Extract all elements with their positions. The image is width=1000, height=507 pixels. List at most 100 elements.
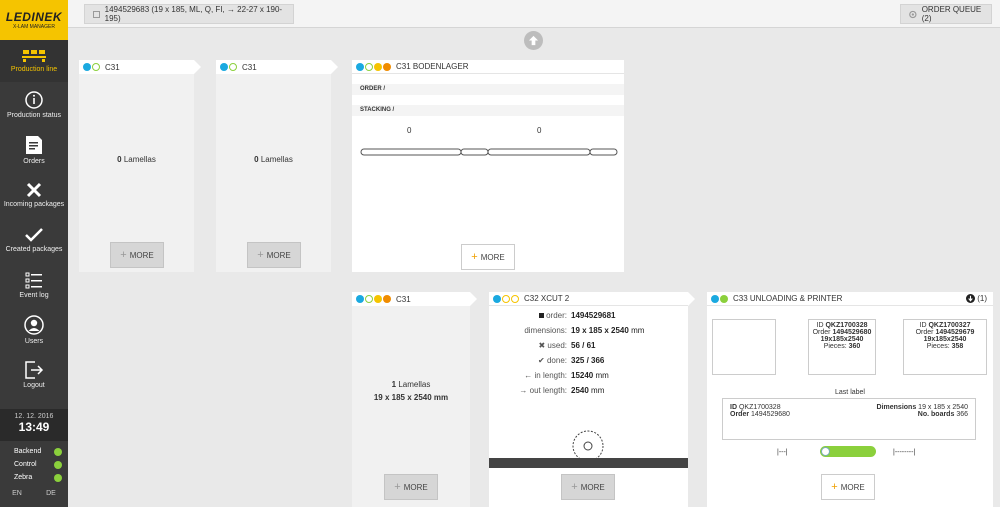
logout-icon [25, 360, 44, 379]
more-button[interactable]: + MORE [461, 244, 515, 270]
last-label-left: ID QKZ1700328 Order 1494529680 [730, 404, 790, 418]
lang-en[interactable]: EN [12, 490, 22, 497]
package-icon [93, 10, 100, 18]
label-id-key: ID [816, 322, 824, 329]
brand-subtitle: X-LAM MANAGER [13, 24, 55, 30]
detail-value: 19 x 185 x 2540 mm [571, 326, 644, 335]
status-dot [356, 62, 364, 71]
station-card-xcut: C32 XCUT 2 order: 1494529681 dimensions:… [489, 292, 695, 507]
more-button-label: MORE [129, 250, 154, 260]
status-label: Backend [14, 448, 42, 455]
station-card-c31-a: C31 0 Lamellas + MORE [79, 60, 201, 272]
status-dots [711, 294, 729, 303]
label-order: 1494529680 [832, 329, 872, 336]
more-button[interactable]: + MORE [384, 474, 438, 500]
last-label-order-key: Order [730, 411, 750, 418]
sidebar-item-users[interactable]: Users [0, 307, 68, 352]
queue-badge[interactable]: (1) [966, 294, 987, 303]
last-label-id: QKZ1700328 [738, 404, 781, 411]
label-slot-2[interactable]: ID QKZ1700327 Order 1494529679 19x185x25… [903, 319, 987, 375]
sidebar-item-created-packages[interactable]: Created packages [0, 217, 68, 262]
label-order-key: Order [812, 329, 831, 336]
card-title: C31 [105, 62, 120, 72]
sidebar-item-label: Logout [23, 381, 45, 389]
more-button[interactable]: + MORE [821, 474, 875, 500]
station-card-bodenlager: C31 BODENLAGER ORDER / STACKING / 0 0 + … [352, 60, 624, 272]
label-pieces: 358 [951, 343, 964, 350]
lamella-count: 1 Lamellas [352, 380, 470, 389]
more-button-label: MORE [840, 482, 865, 492]
detail-row-in-length: ← in length: 15240 mm [489, 368, 644, 383]
card-title: C32 XCUT 2 [524, 294, 570, 303]
status-dots [356, 295, 392, 303]
detail-value: 1494529681 [571, 311, 616, 320]
document-icon [26, 135, 42, 154]
status-list: Backend Control Zebra [0, 445, 68, 484]
detail-key-text: done: [546, 356, 567, 365]
toggle-knob [821, 447, 830, 456]
current-package-chip[interactable]: 1494529683 (19 x 185, ML, Q, FI, → 22-27… [84, 4, 294, 24]
status-label: Control [14, 461, 37, 468]
label-order-row: Order 1494529680 [809, 329, 875, 336]
sidebar-item-incoming-packages[interactable]: Incoming packages [0, 172, 68, 217]
last-label-id-key: ID [730, 404, 737, 411]
last-label-order-row: Order 1494529680 [730, 411, 790, 418]
detail-value: 56 / 61 [571, 341, 596, 350]
stack-slot [487, 148, 591, 156]
sidebar-item-production-status[interactable]: Production status [0, 82, 68, 127]
sidebar-item-logout[interactable]: Logout [0, 352, 68, 397]
detail-key: order: [489, 311, 571, 320]
label-id: QKZ1700327 [928, 322, 971, 329]
scroll-up-button[interactable] [524, 31, 543, 50]
lang-de[interactable]: DE [46, 490, 56, 497]
label-dims: 19x185x2540 [923, 336, 967, 343]
status-dots [83, 63, 101, 71]
detail-key: ✔ done: [489, 356, 571, 365]
lamella-count-unit: Lamellas [398, 380, 431, 389]
more-button-label: MORE [480, 252, 505, 262]
flow-arrow [470, 292, 477, 306]
more-button[interactable]: + MORE [561, 474, 615, 500]
more-button[interactable]: + MORE [247, 242, 301, 268]
detail-unit: mm [595, 371, 609, 380]
unloading-toggle[interactable] [820, 446, 876, 457]
sidebar-item-production-line[interactable]: Production line [0, 40, 68, 82]
language-switcher: EN DE [0, 490, 68, 497]
card-header: C31 BODENLAGER [352, 60, 624, 74]
stack-slot [460, 148, 489, 156]
stack-count-left: 0 [407, 126, 412, 135]
detail-value: 325 / 366 [571, 356, 605, 365]
order-queue-button[interactable]: ORDER QUEUE (2) [900, 4, 992, 24]
status-dot [502, 294, 510, 303]
sidebar-item-event-log[interactable]: Event log [0, 262, 68, 307]
detail-unit: mm [591, 386, 605, 395]
card-header: C33 UNLOADING & PRINTER (1) [707, 292, 993, 306]
status-dots [493, 294, 520, 303]
station-card-unloading: C33 UNLOADING & PRINTER (1) ID QKZ170032… [707, 292, 993, 507]
card-title: C31 BODENLAGER [396, 62, 469, 71]
label-slot-1[interactable]: ID QKZ1700328 Order 1494529680 19x185x25… [808, 319, 876, 375]
status-dot [83, 63, 91, 71]
stacking-diagram [360, 148, 618, 156]
status-ok-indicator [54, 460, 62, 469]
card-header: C32 XCUT 2 [489, 292, 695, 306]
sidebar-item-orders[interactable]: Orders [0, 127, 68, 172]
status-ok-indicator [54, 447, 62, 456]
lamella-count: 0 Lamellas [216, 155, 331, 164]
more-button[interactable]: + MORE [110, 242, 164, 268]
stacking-label: STACKING / [360, 107, 395, 113]
detail-row-order: order: 1494529681 [489, 308, 644, 323]
status-dots [220, 63, 238, 71]
label-dims: 19x185x2540 [820, 336, 864, 343]
detail-value-text: 19 x 185 x 2540 [571, 326, 629, 335]
info-icon [25, 90, 43, 109]
lamella-count-value: 1 [391, 380, 397, 389]
label-order-key: Order [915, 329, 934, 336]
card-header: C31 [352, 292, 477, 306]
plus-icon: + [257, 249, 264, 261]
status-dot [220, 63, 228, 71]
plus-icon: + [571, 481, 578, 493]
left-marker: |---| [777, 449, 788, 456]
stack-slot [589, 148, 618, 156]
label-pieces-key: Pieces: [926, 343, 950, 350]
